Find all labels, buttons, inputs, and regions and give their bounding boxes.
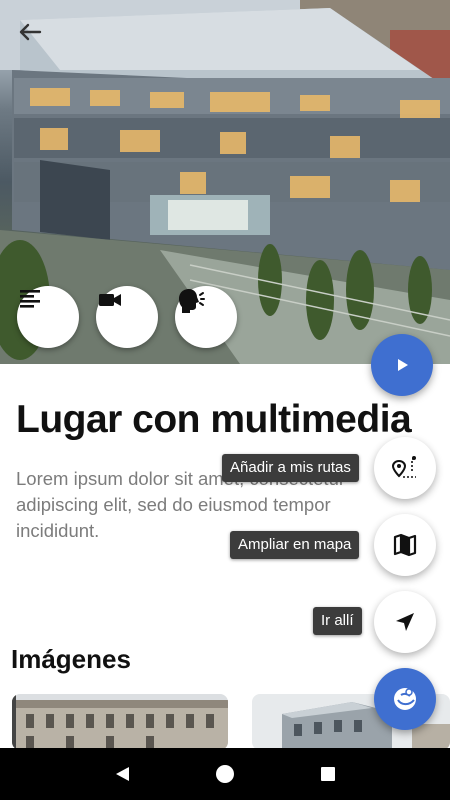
expand-map-button[interactable] — [374, 514, 436, 576]
system-recents-button[interactable] — [308, 754, 348, 794]
system-navigation-bar — [0, 748, 450, 800]
go-there-button[interactable] — [374, 591, 436, 653]
system-back-button[interactable] — [102, 754, 142, 794]
back-button[interactable] — [14, 16, 46, 48]
route-pin-icon — [391, 456, 416, 478]
videocam-icon — [99, 294, 121, 306]
back-triangle-icon — [115, 767, 129, 781]
close-menu-icon — [394, 688, 416, 710]
text-align-left-icon — [20, 290, 40, 308]
map-icon — [393, 533, 417, 557]
go-there-label[interactable]: Ir allí — [313, 607, 362, 635]
home-circle-icon — [215, 765, 234, 783]
play-button[interactable] — [371, 334, 433, 396]
hero-image — [0, 0, 450, 364]
images-section-title: Imágenes — [11, 644, 131, 674]
system-home-button[interactable] — [205, 754, 245, 794]
place-title: Lugar con multimedia — [16, 398, 412, 441]
speaking-head-icon — [179, 289, 205, 313]
arrow-back-icon — [19, 23, 42, 41]
video-button[interactable] — [96, 286, 158, 348]
expand-map-label[interactable]: Ampliar en mapa — [230, 531, 360, 559]
text-content-button[interactable] — [17, 286, 79, 348]
add-to-routes-button[interactable] — [374, 437, 436, 499]
navigation-arrow-icon — [396, 613, 414, 631]
audio-button[interactable] — [175, 286, 237, 348]
play-icon — [398, 359, 408, 371]
thumbnail-photo — [12, 694, 228, 750]
add-to-routes-label[interactable]: Añadir a mis rutas — [222, 454, 359, 482]
recents-square-icon — [321, 767, 336, 781]
image-thumbnail[interactable] — [12, 694, 228, 750]
close-speed-dial-button[interactable] — [374, 668, 436, 730]
